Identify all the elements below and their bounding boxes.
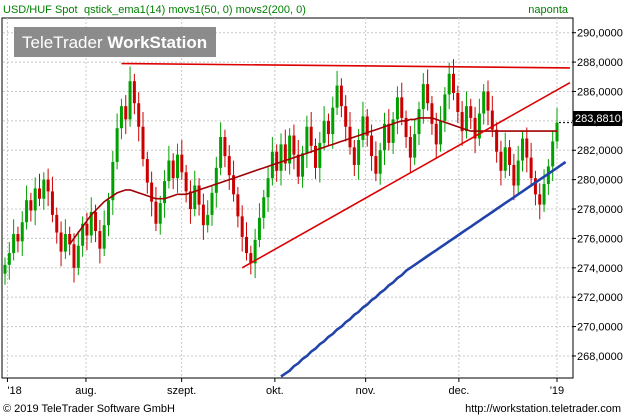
y-tick-label: 286,0000 (577, 86, 623, 98)
y-tick-label: 274,0000 (577, 263, 623, 275)
copyright-text: © 2019 TeleTrader Software GmbH (3, 403, 175, 415)
y-tick-label: 282,0000 (577, 145, 623, 157)
y-tick-label: 290,0000 (577, 28, 623, 40)
y-tick-label: 280,0000 (577, 175, 623, 187)
x-tick-label: szept. (167, 385, 196, 397)
y-tick-label: 278,0000 (577, 204, 623, 216)
y-tick-label: 272,0000 (577, 292, 623, 304)
y-tick-label: 288,0000 (577, 57, 623, 69)
last-price-label: 283,8810 (575, 113, 621, 125)
x-tick-label: '19 (550, 385, 564, 397)
indicator-label: qstick_ema1(14) movs1(50, 0) movs2(200, … (84, 4, 306, 16)
x-tick-label: dec. (448, 385, 469, 397)
plot-area (1, 17, 574, 379)
instrument-label: USD/HUF Spot (3, 4, 78, 16)
watermark-brand-bold: WorkStation (107, 33, 207, 52)
y-tick-label: 268,0000 (577, 351, 623, 363)
chart: USD/HUF Spot qstick_ema1(14) movs1(50, 0… (0, 0, 624, 417)
x-tick-label: '18 (7, 385, 21, 397)
source-url: http://workstation.teletrader.com (465, 403, 621, 415)
watermark-text: TeleTrader WorkStation (22, 33, 207, 52)
x-tick-label: nov. (356, 385, 376, 397)
x-tick-label: aug. (75, 385, 96, 397)
period-label: naponta (528, 4, 569, 16)
y-tick-label: 270,0000 (577, 322, 623, 334)
y-tick-label: 276,0000 (577, 233, 623, 245)
watermark-brand-light: TeleTrader (22, 33, 107, 52)
x-tick-label: okt. (266, 385, 284, 397)
